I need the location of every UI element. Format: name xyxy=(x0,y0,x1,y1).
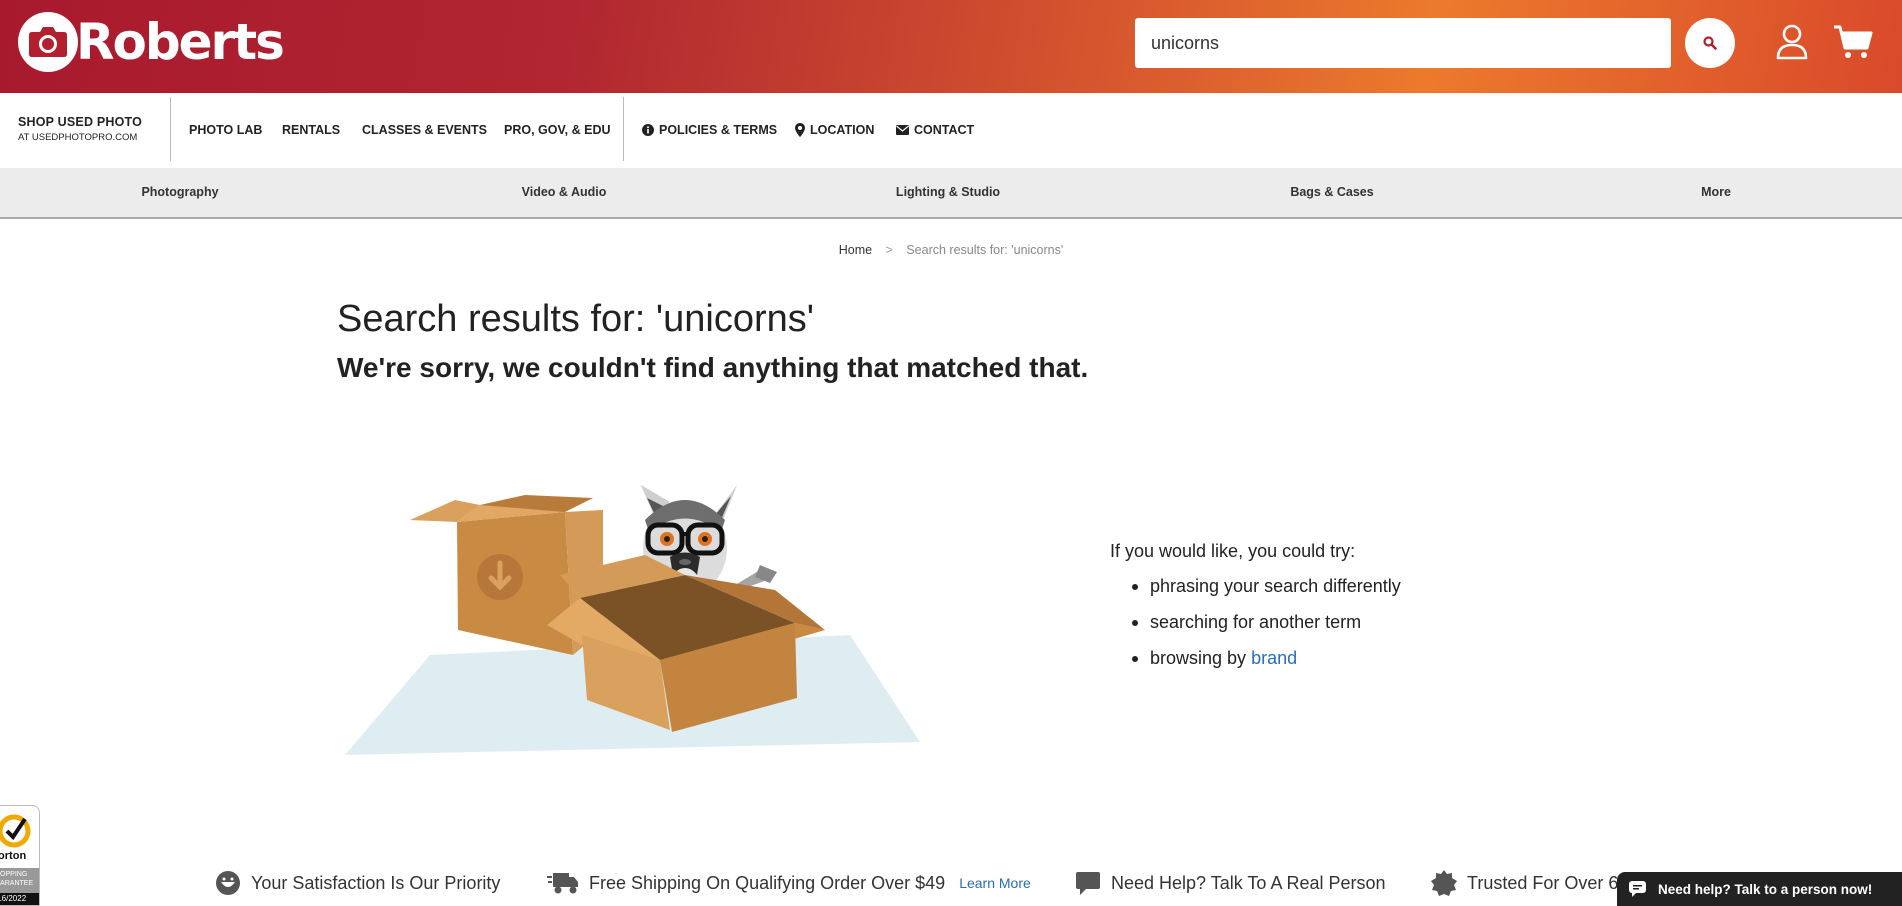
suggestions: If you would like, you could try: phrasi… xyxy=(1110,541,1401,682)
category-more[interactable]: More xyxy=(1701,185,1731,199)
nav-location-label: LOCATION xyxy=(810,123,875,137)
logo-text: Roberts xyxy=(76,13,285,71)
map-pin-icon xyxy=(795,123,805,137)
nav-photo-lab[interactable]: PHOTO LAB xyxy=(189,123,262,137)
benefit-help-label: Need Help? Talk To A Real Person xyxy=(1111,872,1386,893)
breadcrumb: Home > Search results for: 'unicorns' xyxy=(0,243,1902,257)
suggestion-prefix: browsing by xyxy=(1150,648,1252,668)
page-title: Search results for: 'unicorns' xyxy=(337,298,815,340)
brand-link[interactable]: brand xyxy=(1251,648,1297,668)
category-photography[interactable]: Photography xyxy=(141,185,218,199)
truck-icon xyxy=(547,873,578,894)
live-chat-label: Need help? Talk to a person now! xyxy=(1658,881,1873,897)
chat-icon xyxy=(1629,881,1646,897)
suggestion-item: browsing by brand xyxy=(1132,646,1401,670)
nav-divider xyxy=(170,97,171,161)
utility-nav: SHOP USED PHOTO AT USEDPHOTOPRO.COM PHOT… xyxy=(0,93,1902,168)
breadcrumb-home[interactable]: Home xyxy=(839,243,872,257)
envelope-icon xyxy=(896,125,909,135)
suggestion-item: phrasing your search differently xyxy=(1132,576,1401,596)
category-lighting-studio[interactable]: Lighting & Studio xyxy=(896,185,1000,199)
breadcrumb-separator: > xyxy=(885,243,893,257)
category-video-audio[interactable]: Video & Audio xyxy=(522,185,607,199)
breadcrumb-current: Search results for: 'unicorns' xyxy=(906,243,1064,257)
camera-icon xyxy=(18,12,78,72)
learn-more-link[interactable]: Learn More xyxy=(959,875,1031,891)
benefit-satisfaction: Your Satisfaction Is Our Priority xyxy=(215,870,500,896)
shop-used-photo-link[interactable]: SHOP USED PHOTO AT USEDPHOTOPRO.COM xyxy=(18,115,142,143)
benefit-trusted: Trusted For Over 6 xyxy=(1431,870,1618,896)
used-line2: AT USEDPHOTOPRO.COM xyxy=(18,132,138,143)
category-bags-cases[interactable]: Bags & Cases xyxy=(1290,185,1373,199)
nav-rentals[interactable]: RENTALS xyxy=(282,123,340,137)
nav-classes-events[interactable]: CLASSES & EVENTS xyxy=(362,123,487,137)
suggestion-item: searching for another term xyxy=(1132,610,1401,634)
smile-icon xyxy=(216,871,240,895)
site-header: Roberts unicorns xyxy=(0,0,1902,93)
nav-pro-gov-edu[interactable]: PRO, GOV, & EDU xyxy=(504,123,611,137)
search-button[interactable] xyxy=(1685,18,1735,68)
suggestions-title: If you would like, you could try: xyxy=(1110,541,1356,561)
roberts-logo[interactable]: Roberts xyxy=(18,12,285,72)
nav-policies-label: POLICIES & TERMS xyxy=(659,123,778,137)
nav-divider xyxy=(623,97,624,161)
nav-contact[interactable]: CONTACT xyxy=(896,123,974,137)
nav-policies[interactable]: POLICIES & TERMS xyxy=(642,123,777,137)
live-chat-button[interactable]: Need help? Talk to a person now! xyxy=(1617,872,1902,906)
benefit-shipping-label: Free Shipping On Qualifying Order Over $… xyxy=(589,872,946,893)
chat-bubble-icon xyxy=(1076,872,1100,895)
badge-icon xyxy=(1431,870,1457,896)
checkmark-icon xyxy=(0,814,31,848)
info-icon xyxy=(642,124,654,136)
nav-contact-label: CONTACT xyxy=(914,123,975,137)
lemur-in-box-illustration xyxy=(345,485,920,755)
user-icon[interactable] xyxy=(1775,24,1809,60)
benefit-satisfaction-label: Your Satisfaction Is Our Priority xyxy=(251,872,501,893)
benefit-help: Need Help? Talk To A Real Person xyxy=(1075,870,1386,896)
category-nav: Photography Video & Audio Lighting & Stu… xyxy=(0,168,1902,219)
search-input[interactable]: unicorns xyxy=(1135,18,1671,68)
suggestions-list: phrasing your search differently searchi… xyxy=(1110,574,1401,670)
search-icon xyxy=(1703,36,1717,50)
nav-location[interactable]: LOCATION xyxy=(795,123,874,137)
cart-icon[interactable] xyxy=(1833,24,1873,60)
benefit-trusted-label: Trusted For Over 6 xyxy=(1467,872,1619,893)
norton-brand: lorton xyxy=(0,850,27,862)
no-results-message: We're sorry, we couldn't find anything t… xyxy=(337,352,1089,383)
benefit-shipping: Free Shipping On Qualifying Order Over $… xyxy=(547,870,1031,896)
used-line1: SHOP USED PHOTO xyxy=(18,115,143,129)
